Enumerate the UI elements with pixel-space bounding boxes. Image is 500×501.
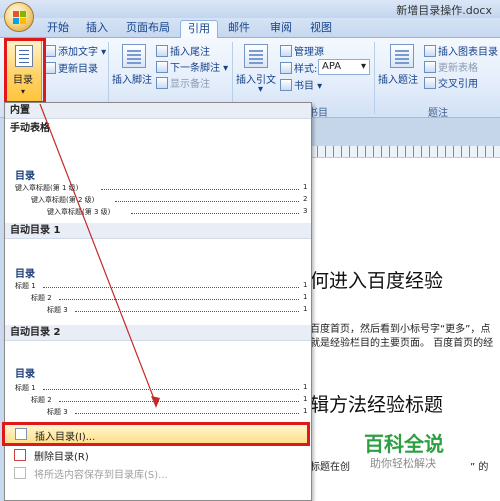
window-title: 新增目录操作.docx (396, 4, 492, 17)
save-selection-menu-item[interactable]: 将所选内容保存到目录库(S)... (2, 464, 308, 482)
toc-preview-page: 1 (303, 407, 308, 415)
remove-toc-menu-item[interactable]: 删除目录(R) (2, 446, 308, 464)
update-table-button[interactable]: 更新表格 (424, 59, 478, 74)
document-paragraph-4: ” 的 (470, 462, 489, 473)
bibliography-icon (280, 79, 292, 91)
show-notes-button[interactable]: 显示备注 (156, 75, 210, 90)
tab-mailings[interactable]: 邮件 (224, 20, 254, 38)
toc-preview-line: 标题 1 (15, 282, 36, 290)
update-table-icon (424, 61, 436, 73)
toc-preview-title: 目录 (15, 171, 35, 182)
insert-citation-button[interactable]: 插入引文 (236, 71, 276, 86)
dot-leader (43, 389, 299, 390)
insert-caption-button[interactable]: 插入题注 (378, 71, 418, 86)
style-label: 样式: (280, 60, 317, 75)
document-paragraph-1: 百度首页，然后看到小标号字“更多”，点 (310, 324, 491, 335)
toc-preview-page: 1 (303, 383, 308, 391)
dot-leader (59, 401, 299, 402)
document-heading-2: 辑方法经验标题 (310, 394, 444, 416)
cross-reference-button[interactable]: 交叉引用 (424, 75, 478, 90)
toc-preview-title: 目录 (15, 269, 35, 280)
dot-leader (115, 201, 299, 202)
highlight-box-toc (4, 38, 46, 104)
title-bar: 新增目录操作.docx (0, 0, 500, 18)
tab-insert[interactable]: 插入 (82, 20, 112, 38)
gallery-item-manual[interactable]: 目录 键入章标题(第 1 级) 1 键入章标题(第 2 级) 2 键入章标题(第… (5, 139, 311, 219)
save-selection-label: 将所选内容保存到目录库(S)... (34, 470, 168, 481)
toc-preview-line: 标题 3 (47, 408, 68, 416)
watermark-brand: 百科全说 (364, 432, 444, 456)
add-text-button[interactable]: 添加文字 ▾ (44, 43, 106, 58)
gallery-item-auto-1[interactable]: 目录 标题 1 1 标题 2 1 标题 3 1 (5, 243, 311, 319)
save-to-gallery-icon (14, 467, 26, 479)
section-builtin: 内置 (5, 103, 311, 119)
insert-endnote-button[interactable]: 插入尾注 (156, 43, 210, 58)
style-select[interactable]: APA ▾ (318, 59, 370, 75)
manage-sources-button[interactable]: 管理源 (280, 43, 324, 58)
chevron-down-icon: ▾ (360, 61, 366, 72)
tab-view[interactable]: 视图 (306, 20, 336, 38)
update-toc-button[interactable]: 更新目录 (44, 60, 98, 75)
dot-leader (43, 287, 299, 288)
highlight-box-insert (2, 422, 310, 446)
toc-preview-page: 3 (303, 207, 308, 215)
next-footnote-button[interactable]: 下一条脚注 ▾ (156, 59, 228, 74)
insert-table-of-figures-button[interactable]: 插入图表目录 (424, 43, 498, 58)
tab-references[interactable]: 引用 (180, 20, 218, 38)
horizontal-ruler (310, 146, 500, 158)
section-auto-toc-1: 自动目录 1 (5, 223, 311, 239)
tab-page-layout[interactable]: 页面布局 (120, 20, 176, 38)
footnote-icon (122, 44, 146, 68)
document-paragraph-3: 标题在创 (310, 462, 350, 473)
separator (374, 42, 375, 114)
bibliography-button[interactable]: 书目 ▾ (280, 77, 322, 92)
ribbon-tabs: 开始 插入 页面布局 引用 邮件 审阅 视图 (0, 18, 500, 38)
document-heading-1: 何进入百度经验 (310, 270, 444, 292)
dot-leader (75, 413, 299, 414)
toc-preview-line: 键入章标题(第 1 级) (15, 184, 79, 192)
toc-preview-page: 1 (303, 293, 308, 301)
manage-sources-icon (280, 45, 292, 57)
remove-toc-label: 删除目录(R) (34, 452, 89, 463)
show-notes-icon (156, 77, 168, 89)
toc-preview-line: 键入章标题(第 3 级) (47, 208, 111, 216)
dot-leader (75, 311, 299, 312)
chevron-down-icon: ▾ (258, 84, 264, 95)
office-button[interactable] (4, 2, 34, 32)
office-logo-icon (13, 11, 27, 25)
tab-review[interactable]: 审阅 (266, 20, 296, 38)
toc-preview-page: 1 (303, 281, 308, 289)
group-label-captions: 题注 (428, 108, 448, 119)
endnote-icon (156, 45, 168, 57)
remove-toc-icon (14, 449, 26, 461)
tab-home[interactable]: 开始 (40, 20, 76, 38)
toc-preview-line: 键入章标题(第 2 级) (31, 196, 95, 204)
section-auto-toc-2: 自动目录 2 (5, 325, 311, 341)
toc-preview-line: 标题 2 (31, 396, 52, 404)
toc-preview-page: 1 (303, 395, 308, 403)
toc-preview-title: 目录 (15, 369, 35, 380)
style-icon (280, 62, 292, 74)
document-paragraph-2: 就是经验栏目的主要页面。 百度首页的经 (310, 338, 494, 349)
dot-leader (59, 299, 299, 300)
insert-footnote-button[interactable]: 插入脚注 (112, 71, 152, 86)
next-footnote-icon (156, 61, 168, 73)
citation-icon (244, 44, 268, 68)
table-of-figures-icon (424, 45, 436, 57)
style-select-value: APA (322, 61, 342, 72)
toc-preview-page: 1 (303, 305, 308, 313)
toc-preview-line: 标题 1 (15, 384, 36, 392)
toc-preview-line: 标题 3 (47, 306, 68, 314)
toc-preview-line: 标题 2 (31, 294, 52, 302)
caption-icon (390, 44, 414, 68)
cross-reference-icon (424, 77, 436, 89)
dot-leader (101, 189, 299, 190)
watermark-slogan: 助你轻松解决 (370, 457, 436, 470)
dot-leader (131, 213, 299, 214)
gallery-item-auto-2[interactable]: 目录 标题 1 1 标题 2 1 标题 3 1 (5, 345, 311, 421)
toc-preview-page: 1 (303, 183, 308, 191)
section-manual-table: 手动表格 (5, 121, 311, 137)
toc-preview-page: 2 (303, 195, 308, 203)
